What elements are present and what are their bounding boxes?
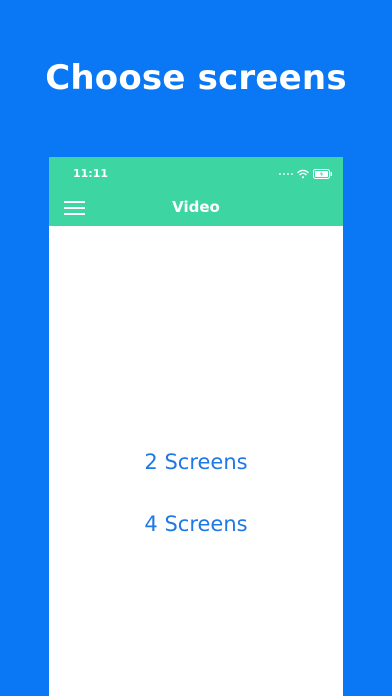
wifi-icon: [297, 169, 309, 179]
nav-title: Video: [172, 198, 220, 216]
top-bar: 11:11 Video: [49, 157, 343, 226]
status-time: 11:11: [73, 167, 109, 180]
headline: Choose screens: [45, 58, 347, 98]
two-screens-button[interactable]: 2 Screens: [49, 450, 343, 474]
four-screens-button[interactable]: 4 Screens: [49, 512, 343, 536]
phone-screen: 11:11 Video 2 Screens 4 Screens: [49, 157, 343, 696]
signal-dots-icon: [279, 173, 293, 175]
battery-charging-icon: [313, 169, 332, 179]
status-icons: [279, 167, 333, 181]
